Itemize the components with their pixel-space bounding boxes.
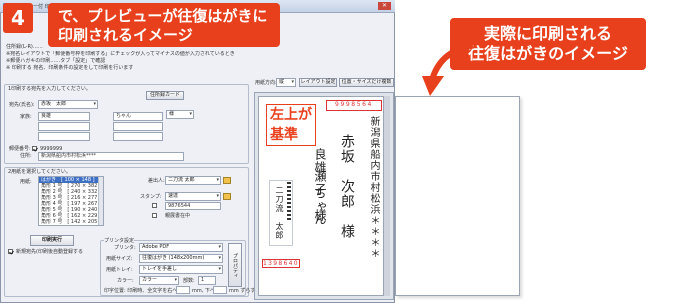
postal-label: 郵便番号: — [9, 146, 31, 152]
stamp-label: スタンプ: — [140, 194, 162, 200]
postcard-name-third: 良雄 ちゃん — [313, 148, 327, 226]
layout-settings-button[interactable]: レイアウト設定 — [299, 78, 337, 87]
offset-label: 印字位置: 印刷時、全文字を右へ — [104, 288, 178, 294]
callout-base-line2: 基準 — [270, 127, 298, 143]
offset-x-unit: mm, 下へ — [192, 288, 215, 294]
address-field[interactable]: 新潟県船内市村松浜**** — [38, 152, 184, 161]
paper-size-label: 用紙サイズ: — [106, 256, 133, 262]
family-row-3-honorific[interactable] — [113, 132, 163, 141]
paper-size-select[interactable]: 往復はがき (148x200mm) — [139, 254, 223, 263]
hint-line-3: ※ 印刷する 宛名、印刷条件の設定をして印刷を行います — [6, 65, 134, 71]
paper-list[interactable]: はがき [ 100 × 148 ] 角形 1 号 [ 270 × 382 ] 角… — [38, 176, 104, 226]
paper-item[interactable]: 角形 7 号 [ 142 × 205 ] — [39, 219, 103, 225]
family-row-3[interactable] — [38, 132, 90, 141]
print-button[interactable]: 印刷実行 — [30, 235, 74, 246]
address-label: 住所: — [20, 153, 32, 159]
hint-line-2: ※郵便ハガキの印刷……タブ「設定」で確認 — [6, 58, 106, 64]
sender-print-label: 差出人: — [148, 178, 165, 184]
callout-right: 実際に印刷される 往復はがきのイメージ — [450, 18, 646, 70]
postal-print-field[interactable]: 9876544 — [165, 202, 221, 210]
callout-base-line1: 左上が — [270, 107, 312, 123]
printer-group-title: プリンタ設定 — [104, 238, 135, 244]
pointer-arrow-icon — [422, 43, 473, 96]
bottom-postal-code: 1398640 — [262, 250, 316, 268]
reset-position-button[interactable]: 位置・サイズだけ複数に戻す — [339, 78, 394, 87]
printer-select[interactable]: Adobe PDF — [139, 243, 223, 252]
sender-name-field[interactable]: 赤坂 太郎 — [38, 100, 98, 109]
hint-line-1: ※宛名レイアウトで「郵便番号枠を印刷する」にチェックが入ってマイナスの値が入力さ… — [6, 51, 235, 57]
close-icon[interactable]: ✕ — [378, 2, 391, 10]
postal-checkbox[interactable] — [32, 146, 37, 151]
orientation-label: 用紙方向: — [255, 80, 277, 86]
sender-label: 宛先(氏名): — [9, 102, 35, 108]
callout-top-line1: で、プレビューが往復はがきに — [58, 7, 268, 25]
new-address-label: 新規宛先(印刷後自動登録する — [16, 249, 83, 255]
print-options-section-title: 2用紙を選択してください。 — [8, 169, 71, 175]
new-address-checkbox[interactable] — [8, 249, 13, 254]
paper-label: 用紙: — [20, 179, 32, 185]
sender-print-select[interactable]: 二刀流 太郎 — [165, 176, 221, 185]
callout-right-line1: 実際に印刷される — [483, 24, 612, 43]
offset-y-unit: mm ずらす — [229, 288, 256, 294]
recipient-section-title: 1印刷する宛先を入力してください。 — [8, 86, 91, 92]
color-label: カラー: — [117, 278, 134, 284]
family-row-2[interactable] — [38, 122, 90, 131]
mail-checkbox[interactable] — [152, 213, 157, 218]
description-text: 住所録(L-R)…… — [6, 44, 43, 50]
address-book-button[interactable]: 住所録カード — [146, 91, 184, 100]
callout-right-line2: 往復はがきのイメージ — [468, 44, 628, 63]
bottom-postal-digits: 1398640 — [262, 259, 300, 268]
callout-top: で、プレビューが往復はがきに 印刷されるイメージ — [48, 3, 280, 47]
offset-x-field[interactable] — [176, 286, 190, 294]
paper-list-scrollbar[interactable] — [98, 177, 103, 225]
postcard-name-main: 赤坂 次郎 様 — [339, 134, 355, 239]
top-postal-code: 9998564 — [326, 100, 382, 111]
postal-digits: 9998564 — [326, 100, 382, 111]
family-label: 家族: — [20, 114, 32, 120]
family-name-field[interactable]: 良雄 — [38, 112, 90, 121]
properties-button[interactable]: プロパティ — [228, 243, 242, 287]
postcard-sender-frame — [269, 180, 293, 246]
stamp-edit-icon[interactable] — [223, 193, 231, 200]
postcard-fold-line — [384, 96, 390, 296]
honorific-select[interactable]: 様 — [166, 110, 194, 119]
copies-label: 部数: — [183, 278, 195, 284]
color-select[interactable]: カラー — [139, 276, 179, 285]
printer-label: プリンタ: — [114, 245, 136, 251]
sender-edit-icon[interactable] — [223, 177, 231, 184]
family-row-2-honorific[interactable] — [113, 122, 163, 131]
tray-select[interactable]: トレイを手差し — [139, 265, 223, 274]
offset-y-field[interactable] — [213, 286, 227, 294]
family-honorific-field[interactable]: ちゃん — [113, 112, 163, 121]
mail-label: 親展書在中 — [165, 213, 191, 219]
stamp-select[interactable]: 速達 — [165, 192, 221, 201]
reply-postcard-image — [395, 96, 520, 296]
orientation-select[interactable]: 縦 — [276, 78, 296, 87]
step-badge: 4 — [3, 3, 33, 33]
callout-top-line2: 印刷されるイメージ — [58, 26, 193, 44]
postcard-address: 新潟県船内市村松浜＊＊＊＊ — [368, 116, 379, 259]
postal-print-checkbox[interactable] — [152, 203, 157, 208]
copies-field[interactable]: 1 — [198, 276, 216, 285]
tray-label: 用紙トレイ: — [106, 267, 133, 273]
